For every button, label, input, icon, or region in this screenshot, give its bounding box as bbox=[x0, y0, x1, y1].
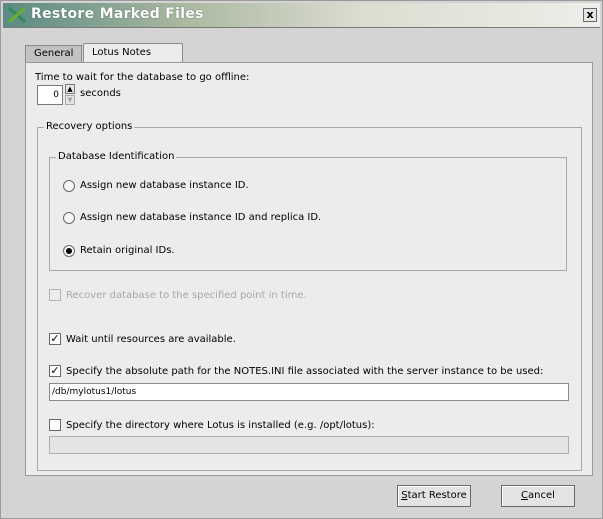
notes-ini-path-input[interactable]: /db/mylotus1/lotus bbox=[49, 383, 569, 401]
radio-assign-new-id-label: Assign new database instance ID. bbox=[80, 180, 249, 191]
start-restore-label: tart Restore bbox=[407, 490, 467, 501]
recovery-options-title: Recovery options bbox=[44, 121, 135, 132]
checkbox-lotus-dir[interactable] bbox=[49, 419, 61, 431]
close-button[interactable]: x bbox=[583, 8, 597, 22]
restore-dialog: Restore Marked Files x General Lotus Not… bbox=[0, 0, 603, 519]
spin-up-arrow-icon[interactable]: ▲ bbox=[65, 84, 75, 94]
radio-assign-new-id-replica-label: Assign new database instance ID and repl… bbox=[80, 212, 322, 223]
checkbox-point-in-time[interactable] bbox=[49, 289, 61, 301]
checkbox-notes-ini-label: Specify the absolute path for the NOTES.… bbox=[66, 366, 544, 377]
radio-assign-new-id-replica[interactable] bbox=[63, 212, 75, 224]
close-icon: x bbox=[586, 8, 594, 21]
checkbox-wait-resources[interactable]: ✓ bbox=[49, 333, 61, 345]
database-identification-title: Database Identification bbox=[56, 151, 177, 162]
start-restore-button[interactable]: Start Restore bbox=[397, 485, 471, 507]
radio-retain-original-ids-label: Retain original IDs. bbox=[80, 245, 175, 256]
checkbox-notes-ini[interactable]: ✓ bbox=[49, 365, 61, 377]
cancel-label: ancel bbox=[528, 490, 555, 501]
cancel-button[interactable]: Cancel bbox=[501, 485, 575, 507]
wait-unit-label: seconds bbox=[80, 88, 121, 99]
cancel-mnemonic: C bbox=[521, 490, 529, 501]
radio-retain-original-ids[interactable] bbox=[63, 245, 75, 257]
radio-assign-new-id[interactable] bbox=[63, 180, 75, 192]
checkbox-point-in-time-label: Recover database to the specified point … bbox=[66, 290, 307, 301]
lotus-dir-input[interactable] bbox=[49, 436, 569, 454]
tab-lotus-notes[interactable]: Lotus Notes bbox=[83, 43, 183, 63]
spin-down-arrow-icon[interactable]: ▼ bbox=[65, 95, 75, 105]
wait-seconds-input[interactable]: 0 bbox=[37, 85, 63, 105]
checkbox-lotus-dir-label: Specify the directory where Lotus is ins… bbox=[66, 420, 375, 431]
app-logo-icon bbox=[8, 6, 26, 24]
wait-label: Time to wait for the database to go offl… bbox=[35, 72, 250, 83]
window-title: Restore Marked Files bbox=[31, 6, 204, 22]
checkbox-wait-resources-label: Wait until resources are available. bbox=[66, 334, 236, 345]
title-bar[interactable]: Restore Marked Files x bbox=[3, 3, 600, 28]
tab-general[interactable]: General bbox=[25, 45, 82, 63]
